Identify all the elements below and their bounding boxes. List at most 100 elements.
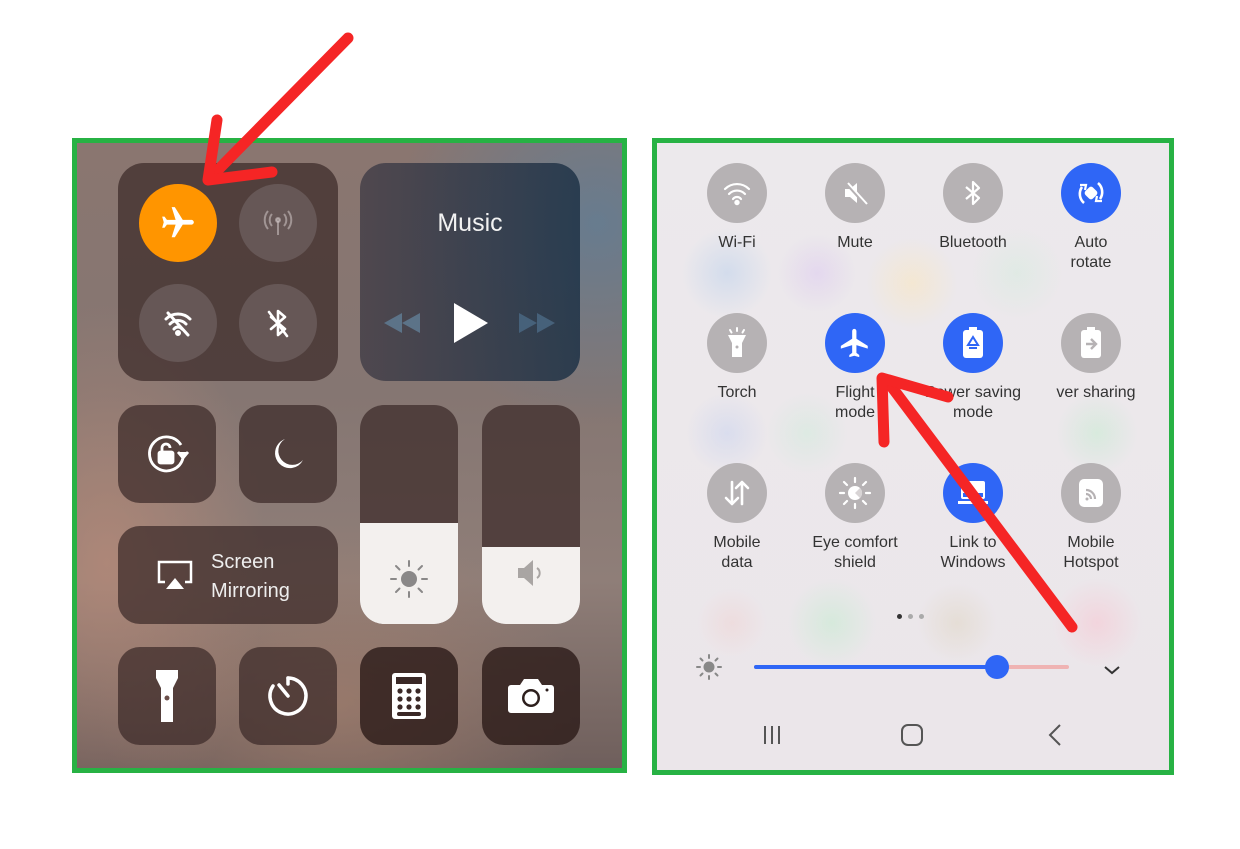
auto-rotate-icon <box>1075 177 1107 209</box>
expand-button[interactable] <box>1097 658 1127 682</box>
fast-forward-icon <box>519 313 555 333</box>
back-icon <box>1048 724 1061 746</box>
quick-setting-label: Power saving mode <box>924 384 1022 421</box>
wifi-icon <box>722 180 752 206</box>
bluetooth-icon <box>961 178 985 208</box>
quick-setting-toggle[interactable] <box>825 313 885 373</box>
quick-setting-toggle[interactable] <box>1061 313 1121 373</box>
quick-setting-tile[interactable]: Wi-Fi <box>678 163 796 253</box>
quick-setting-toggle[interactable] <box>943 463 1003 523</box>
quick-setting-tile[interactable]: Mobile data <box>678 463 796 573</box>
rewind-button[interactable] <box>380 308 424 338</box>
quick-setting-toggle[interactable] <box>707 163 767 223</box>
brightness-slider[interactable] <box>360 405 458 624</box>
wifi-toggle[interactable] <box>139 284 217 362</box>
quick-setting-tile[interactable]: Mute <box>796 163 914 253</box>
timer-button[interactable] <box>239 647 337 745</box>
quick-setting-tile[interactable]: Link to Windows <box>914 463 1032 573</box>
quick-setting-tile[interactable]: Auto rotate <box>1032 163 1150 273</box>
ios-control-center-frame: Music Screen Mirroring <box>72 138 627 773</box>
camera-icon <box>508 679 554 713</box>
quick-setting-label: Eye comfort shield <box>812 534 898 571</box>
mobile-data-icon <box>722 478 752 508</box>
quick-setting-label: Flight mode <box>834 384 876 421</box>
quick-setting-toggle[interactable] <box>1061 163 1121 223</box>
brightness-slider-thumb[interactable] <box>984 655 1009 679</box>
fast-forward-button[interactable] <box>515 308 559 338</box>
airplane-icon <box>162 207 194 238</box>
ios-control-center: Music Screen Mirroring <box>77 143 622 768</box>
screen-mirroring-icon <box>157 560 193 589</box>
rewind-icon <box>384 313 420 333</box>
music-tile[interactable]: Music <box>360 163 580 381</box>
timer-icon <box>268 676 308 716</box>
back-button[interactable] <box>1035 715 1075 755</box>
page-dot <box>908 614 913 619</box>
quick-setting-label: ver sharing <box>1056 384 1136 401</box>
rotation-lock-icon <box>148 435 190 473</box>
samsung-quick-panel: Wi-Fi Mute Bluetooth Auto rotate Torch Flight… <box>657 143 1169 770</box>
quick-setting-toggle[interactable] <box>825 463 885 523</box>
mute-icon <box>841 179 869 207</box>
do-not-disturb-button[interactable] <box>239 405 337 503</box>
quick-setting-toggle[interactable] <box>825 163 885 223</box>
recent-apps-icon <box>764 726 780 744</box>
music-title: Music <box>437 209 503 237</box>
page-dot <box>919 614 924 619</box>
power-share-icon <box>1080 327 1102 359</box>
airplane-mode-toggle[interactable] <box>139 184 217 262</box>
brightness-icon <box>696 654 722 680</box>
quick-setting-tile[interactable]: Bluetooth <box>914 163 1032 253</box>
brightness-slider-fill <box>754 665 997 669</box>
quick-setting-toggle[interactable] <box>1061 463 1121 523</box>
quick-setting-tile[interactable]: ver sharing <box>1032 313 1150 403</box>
quick-setting-label: Mobile data <box>713 534 761 571</box>
rotation-lock-button[interactable] <box>118 405 216 503</box>
flashlight-button[interactable] <box>118 647 216 745</box>
page-dot <box>897 614 902 619</box>
camera-button[interactable] <box>482 647 580 745</box>
quick-setting-toggle[interactable] <box>943 313 1003 373</box>
recent-apps-button[interactable] <box>752 715 792 755</box>
bluetooth-off-icon <box>267 309 289 338</box>
screen-mirroring-label-line2: Mirroring <box>211 580 290 602</box>
calculator-icon <box>392 673 426 719</box>
chevron-down-icon <box>1104 666 1120 675</box>
hotspot-icon <box>1077 478 1105 508</box>
screen-mirroring-button[interactable]: Screen Mirroring <box>118 526 338 624</box>
connectivity-tile <box>118 163 338 381</box>
quick-setting-tile[interactable]: Power saving mode <box>914 313 1032 423</box>
quick-setting-label: Mute <box>837 234 873 251</box>
bluetooth-toggle[interactable] <box>239 284 317 362</box>
volume-slider[interactable] <box>482 405 580 624</box>
quick-setting-tile[interactable]: Flight mode <box>796 313 914 423</box>
cellular-antenna-icon <box>263 210 293 235</box>
screen-mirroring-label-line1: Screen <box>211 551 275 573</box>
cellular-data-toggle[interactable] <box>239 184 317 262</box>
quick-setting-tile[interactable]: Torch <box>678 313 796 403</box>
airplane-icon <box>838 326 872 360</box>
quick-setting-label: Torch <box>717 384 757 401</box>
speaker-icon <box>518 560 541 586</box>
home-button[interactable] <box>892 715 932 755</box>
quick-setting-label: Link to Windows <box>940 534 1006 571</box>
quick-setting-toggle[interactable] <box>707 313 767 373</box>
flashlight-icon <box>156 670 178 722</box>
page-indicator <box>897 614 924 619</box>
play-button[interactable] <box>448 301 492 345</box>
brightness-slider[interactable] <box>754 655 1069 679</box>
torch-icon <box>725 327 749 359</box>
samsung-quick-panel-frame: Wi-Fi Mute Bluetooth Auto rotate Torch Flight… <box>652 138 1174 775</box>
brightness-icon <box>390 560 428 598</box>
quick-setting-label: Wi-Fi <box>718 234 756 251</box>
quick-setting-toggle[interactable] <box>707 463 767 523</box>
quick-setting-label: Auto rotate <box>1070 234 1112 271</box>
calculator-button[interactable] <box>360 647 458 745</box>
moon-icon <box>275 439 303 469</box>
quick-setting-toggle[interactable] <box>943 163 1003 223</box>
battery-saver-icon <box>962 327 984 359</box>
link-windows-icon <box>956 479 990 507</box>
quick-setting-tile[interactable]: Mobile Hotspot <box>1032 463 1150 573</box>
play-icon <box>454 303 488 343</box>
quick-setting-tile[interactable]: Eye comfort shield <box>796 463 914 573</box>
